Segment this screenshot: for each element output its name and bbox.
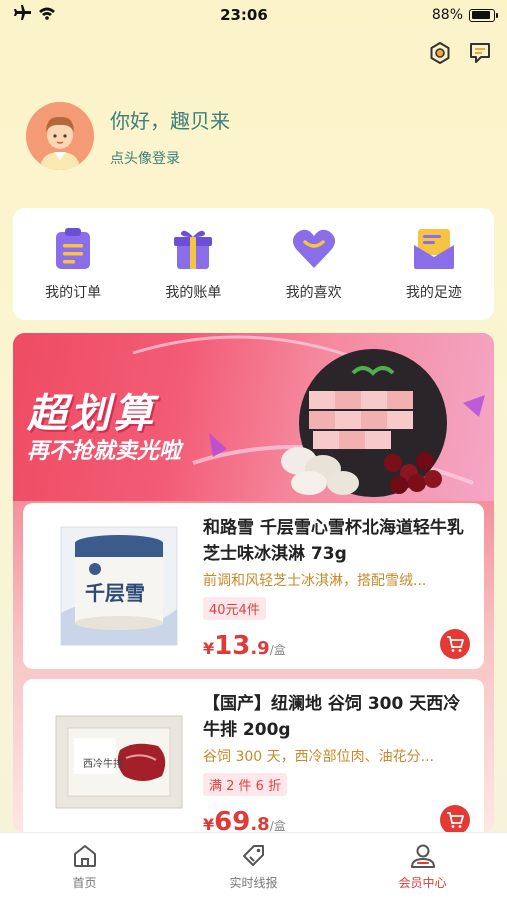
tag-icon <box>240 842 268 870</box>
price-unit: /盒 <box>269 643 286 657</box>
clock: 23:06 <box>220 6 268 24</box>
tab-member-center-label: 会员中心 <box>398 876 447 890</box>
my-footprints-button[interactable]: 我的足迹 <box>384 226 484 302</box>
message-icon[interactable] <box>467 40 493 66</box>
envelope-icon <box>411 226 457 272</box>
my-bills-label: 我的账单 <box>165 285 222 301</box>
profile-section: 你好，趣贝来 点头像登录 <box>26 102 230 170</box>
promo-tag: 40元4件 <box>203 597 266 620</box>
tab-deals[interactable]: 实时线报 <box>194 842 314 891</box>
tab-deals-label: 实时线报 <box>229 876 278 890</box>
product-image-label: 千层雪 <box>85 581 145 605</box>
quick-actions-panel: 我的订单 我的账单 我的喜欢 我的足迹 <box>13 208 494 320</box>
battery-icon <box>469 8 498 22</box>
price-decimal: .9 <box>250 638 270 659</box>
price-currency: ¥ <box>203 639 215 658</box>
promo-banner[interactable]: 超划算 再不抢就卖光啦 <box>13 333 494 501</box>
product-image: 千层雪 <box>49 523 189 649</box>
my-bills-button[interactable]: 我的账单 <box>143 226 243 302</box>
my-orders-label: 我的订单 <box>45 285 102 301</box>
promo-section: 超划算 再不抢就卖光啦 千层雪 和路雪 千层雪心雪杯北海道轻牛乳芝士味冰淇淋 7… <box>13 333 494 833</box>
settings-icon[interactable] <box>427 40 453 66</box>
tab-home[interactable]: 首页 <box>25 842 145 891</box>
greeting-text: 你好，趣贝来 <box>110 108 230 133</box>
price-decimal: .8 <box>250 814 270 833</box>
price-currency: ¥ <box>203 815 215 833</box>
home-icon <box>71 842 99 870</box>
product-price: ¥13.9/盒 <box>203 631 286 661</box>
product-card[interactable]: 千层雪 和路雪 千层雪心雪杯北海道轻牛乳芝士味冰淇淋 73g 前调和风轻芝士冰淇… <box>23 503 484 669</box>
my-orders-button[interactable]: 我的订单 <box>23 226 123 302</box>
promo-tag: 满 2 件 6 折 <box>203 773 288 796</box>
status-bar: 23:06 88% <box>0 0 507 30</box>
tab-home-label: 首页 <box>72 876 97 890</box>
product-image: 西冷牛排 <box>49 699 189 825</box>
user-icon <box>409 842 437 870</box>
banner-title: 超划算 <box>27 391 156 437</box>
bottom-tab-bar: 首页 实时线报 会员中心 <box>0 832 507 900</box>
add-to-cart-button[interactable] <box>440 805 470 833</box>
price-integer: 13 <box>214 631 251 661</box>
avatar[interactable] <box>26 102 94 170</box>
product-name: 和路雪 千层雪心雪杯北海道轻牛乳芝士味冰淇淋 73g <box>203 518 464 564</box>
cart-icon <box>447 636 464 652</box>
add-to-cart-button[interactable] <box>440 629 470 659</box>
cart-icon <box>447 812 464 828</box>
heart-icon <box>291 226 337 272</box>
my-likes-button[interactable]: 我的喜欢 <box>264 226 364 302</box>
product-price: ¥69.8/盒 <box>203 807 286 833</box>
order-clipboard-icon <box>50 226 96 272</box>
my-likes-label: 我的喜欢 <box>285 285 342 301</box>
banner-subtitle: 再不抢就卖光啦 <box>27 439 182 464</box>
wifi-icon <box>38 6 56 24</box>
product-desc: 前调和风轻芝士冰淇淋，搭配雪绒... <box>203 573 427 589</box>
login-hint-link[interactable]: 点头像登录 <box>110 148 230 168</box>
gift-box-icon <box>170 226 216 272</box>
price-integer: 69 <box>214 807 251 833</box>
my-footprints-label: 我的足迹 <box>405 285 462 301</box>
product-card[interactable]: 西冷牛排 【国产】纽澜地 谷饲 300 天西冷牛排 200g 谷饲 300 天，… <box>23 679 484 833</box>
airplane-icon <box>14 5 32 25</box>
product-image-label: 西冷牛排 <box>83 759 123 770</box>
tab-member-center[interactable]: 会员中心 <box>363 842 483 891</box>
product-desc: 谷饲 300 天，西冷部位肉、油花分... <box>203 749 434 765</box>
battery-percent: 88% <box>431 7 463 23</box>
price-unit: /盒 <box>269 819 286 833</box>
product-name: 【国产】纽澜地 谷饲 300 天西冷牛排 200g <box>203 694 461 740</box>
